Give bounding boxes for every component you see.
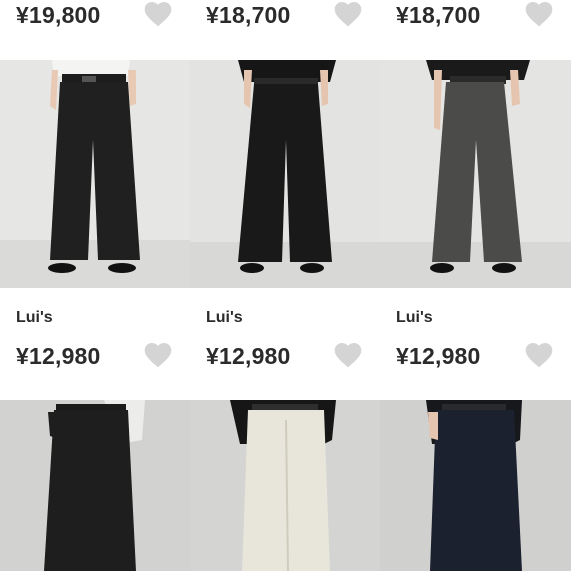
product-image[interactable]: [380, 60, 571, 288]
product-brand: Lui's: [16, 309, 53, 326]
product-card-mid-3[interactable]: ¥12,980: [380, 337, 571, 377]
product-column-3: ¥18,700 Lui's ¥12,980: [380, 0, 571, 571]
product-brand: Lui's: [396, 309, 433, 326]
heart-icon[interactable]: [523, 339, 555, 371]
product-image[interactable]: [0, 400, 190, 571]
heart-icon[interactable]: [142, 0, 174, 30]
product-image[interactable]: [0, 60, 190, 288]
product-price: ¥18,700: [206, 2, 291, 28]
product-price: ¥18,700: [396, 2, 481, 28]
heart-icon[interactable]: [523, 0, 555, 30]
heart-icon[interactable]: [332, 339, 364, 371]
product-card-top-3[interactable]: ¥18,700: [380, 0, 571, 36]
product-price: ¥19,800: [16, 2, 101, 28]
product-brand: Lui's: [206, 309, 243, 326]
product-price: ¥12,980: [16, 343, 101, 369]
product-price: ¥12,980: [396, 343, 481, 369]
product-price: ¥12,980: [206, 343, 291, 369]
product-image[interactable]: [190, 60, 380, 288]
heart-icon[interactable]: [142, 339, 174, 371]
heart-icon[interactable]: [332, 0, 364, 30]
product-image[interactable]: [380, 400, 571, 571]
product-image[interactable]: [190, 400, 380, 571]
product-card-top-1[interactable]: ¥19,800: [0, 0, 190, 36]
product-column-2: ¥18,700 Lui's ¥12,980: [190, 0, 380, 571]
product-card-mid-2[interactable]: ¥12,980: [190, 337, 380, 377]
product-card-top-2[interactable]: ¥18,700: [190, 0, 380, 36]
product-column-1: ¥19,800 Lui's ¥12,980: [0, 0, 190, 571]
product-card-mid-1[interactable]: ¥12,980: [0, 337, 190, 377]
